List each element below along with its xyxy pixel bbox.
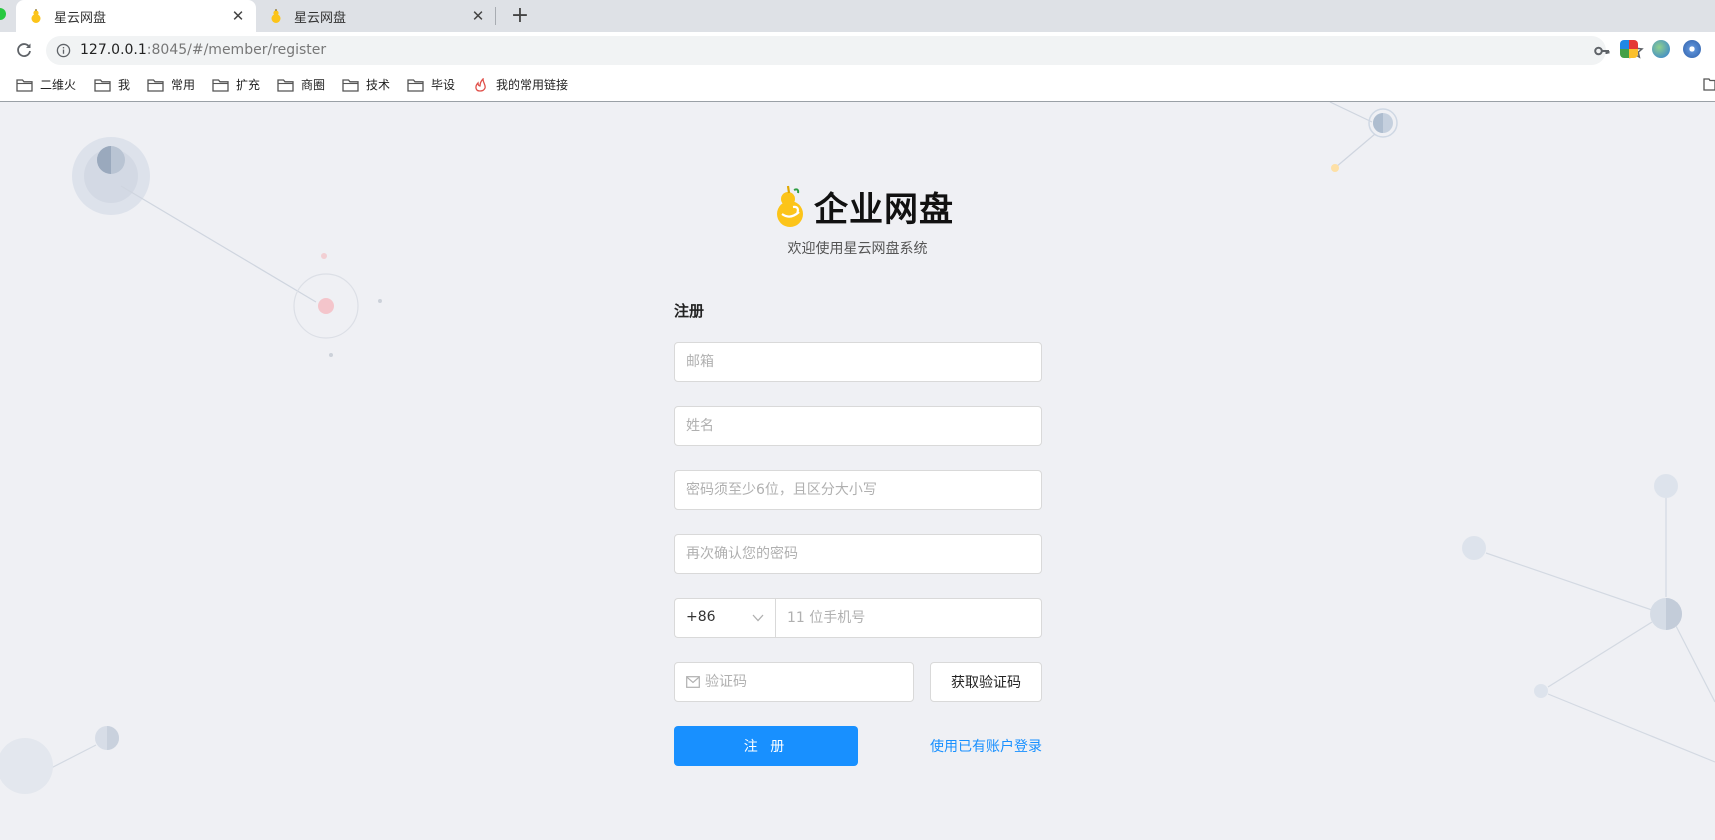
bookmark-label: 我的常用链接 xyxy=(496,78,569,92)
bookmark-link-common[interactable]: 我的常用链接 xyxy=(472,76,568,93)
folder-icon xyxy=(342,78,359,92)
country-code-value: +86 xyxy=(686,609,716,625)
gourd-favicon-icon xyxy=(31,9,41,23)
bookmark-label: 二维火 xyxy=(40,78,77,92)
bookmark-label: 商圈 xyxy=(301,78,326,92)
email-input[interactable] xyxy=(675,343,1041,381)
password-input[interactable] xyxy=(675,471,1041,509)
bookmark-folder-shangquan[interactable]: 商圈 xyxy=(277,76,325,93)
new-tab-button[interactable]: + xyxy=(507,3,533,29)
verification-row: 获取验证码 xyxy=(674,662,1042,702)
folder-icon xyxy=(277,78,294,92)
bookmark-label: 扩充 xyxy=(236,78,261,92)
folder-icon xyxy=(94,78,111,92)
password-field[interactable] xyxy=(674,470,1042,510)
folder-icon xyxy=(147,78,164,92)
bookmarks-bar: 二维火 我 常用 扩充 商圈 技术 毕设 我的常用链接 xyxy=(0,69,1715,102)
phone-row: +86 xyxy=(674,598,1042,638)
bookmark-label: 技术 xyxy=(366,78,391,92)
register-form: 注册 +86 获取验证码 xyxy=(674,300,1042,766)
folder-icon xyxy=(407,78,424,92)
country-code-select[interactable]: +86 xyxy=(674,598,775,638)
verification-code-field[interactable] xyxy=(674,662,914,702)
folder-icon xyxy=(16,78,33,92)
tab-title: 星云网盘 xyxy=(294,10,347,26)
reload-icon[interactable] xyxy=(14,40,34,60)
phone-field[interactable] xyxy=(775,598,1042,638)
form-title: 注册 xyxy=(674,302,705,320)
bookmark-folder-bishe[interactable]: 毕设 xyxy=(407,76,455,93)
submit-row: 注 册 使用已有账户登录 xyxy=(674,726,1042,766)
register-page: 企业网盘 欢迎使用星云网盘系统 注册 +86 xyxy=(0,102,1715,840)
gourd-logo-icon xyxy=(777,185,803,227)
mail-icon xyxy=(686,676,700,688)
bookmark-folder-kuochong[interactable]: 扩充 xyxy=(212,76,260,93)
bookmark-folder-wo[interactable]: 我 xyxy=(94,76,130,93)
browser-tab-active[interactable]: 星云网盘 ✕ xyxy=(16,0,256,32)
brand-title: 企业网盘 xyxy=(814,190,954,230)
bookmark-label: 我 xyxy=(118,78,131,92)
confirm-password-field[interactable] xyxy=(674,534,1042,574)
url-path: :8045/#/member/register xyxy=(146,42,327,58)
browser-tab-inactive[interactable]: 星云网盘 ✕ xyxy=(256,0,496,32)
extension-compass-icon[interactable] xyxy=(1683,40,1701,58)
tab-close-icon[interactable]: ✕ xyxy=(466,7,490,25)
info-icon[interactable] xyxy=(56,43,71,58)
tab-title: 星云网盘 xyxy=(54,10,107,26)
email-field[interactable] xyxy=(674,342,1042,382)
browser-toolbar: 127.0.0.1:8045/#/member/register xyxy=(0,32,1715,69)
other-bookmarks-folder-icon[interactable] xyxy=(1703,77,1715,91)
get-code-button[interactable]: 获取验证码 xyxy=(930,662,1042,702)
chevron-down-icon xyxy=(752,614,764,622)
bookmark-folder-erweihuo[interactable]: 二维火 xyxy=(16,76,76,93)
url-text[interactable]: 127.0.0.1:8045/#/member/register xyxy=(80,42,326,58)
bookmark-folder-jishu[interactable]: 技术 xyxy=(342,76,390,93)
extension-colorful-icon[interactable] xyxy=(1620,40,1638,58)
url-host: 127.0.0.1 xyxy=(80,42,147,58)
window-control-dot[interactable] xyxy=(0,8,6,20)
gourd-favicon-icon xyxy=(271,9,281,23)
folder-icon xyxy=(212,78,229,92)
name-field[interactable] xyxy=(674,406,1042,446)
login-link[interactable]: 使用已有账户登录 xyxy=(930,736,1042,756)
bookmark-label: 常用 xyxy=(171,78,196,92)
tab-close-icon[interactable]: ✕ xyxy=(226,7,250,25)
confirm-password-input[interactable] xyxy=(675,535,1041,573)
key-icon[interactable] xyxy=(1594,43,1610,59)
register-button[interactable]: 注 册 xyxy=(674,726,858,766)
extension-globe-icon[interactable] xyxy=(1652,40,1670,58)
brand-subtitle: 欢迎使用星云网盘系统 xyxy=(787,241,928,257)
brand-header: 企业网盘 xyxy=(772,182,954,231)
address-bar[interactable]: 127.0.0.1:8045/#/member/register xyxy=(46,36,1644,65)
verification-code-input[interactable] xyxy=(675,663,913,701)
flame-icon xyxy=(475,77,486,92)
browser-tab-strip: 星云网盘 ✕ 星云网盘 ✕ + xyxy=(0,0,1715,32)
tab-separator xyxy=(495,7,496,25)
name-input[interactable] xyxy=(675,407,1041,445)
phone-input[interactable] xyxy=(776,599,1041,637)
bookmark-folder-changyong[interactable]: 常用 xyxy=(147,76,195,93)
bookmark-label: 毕设 xyxy=(431,78,456,92)
